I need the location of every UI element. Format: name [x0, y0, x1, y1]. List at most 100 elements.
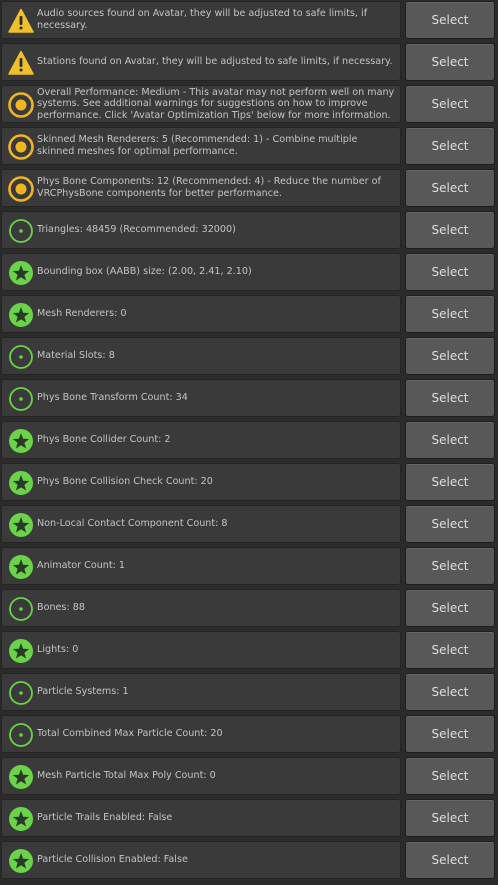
message-box: Mesh Renderers: 0: [1, 295, 401, 333]
message-text: Bones: 88: [37, 602, 85, 614]
message-box: Stations found on Avatar, they will be a…: [1, 43, 401, 81]
message-text: Animator Count: 1: [37, 560, 126, 572]
message-row: Triangles: 48459 (Recommended: 32000) Sel…: [0, 210, 498, 252]
good-performance-icon: [8, 722, 34, 748]
message-row: Lights: 0 Select: [0, 630, 498, 672]
select-button[interactable]: Select: [405, 505, 495, 543]
medium-performance-icon: [8, 92, 34, 118]
good-performance-icon: [8, 596, 34, 622]
select-button[interactable]: Select: [405, 589, 495, 627]
message-box: Overall Performance: Medium - This avata…: [1, 85, 401, 123]
message-text: Particle Collision Enabled: False: [37, 854, 188, 866]
message-text: Triangles: 48459 (Recommended: 32000): [37, 224, 236, 236]
message-row: Total Combined Max Particle Count: 20 Sel…: [0, 714, 498, 756]
message-text: Phys Bone Transform Count: 34: [37, 392, 188, 404]
select-button[interactable]: Select: [405, 799, 495, 837]
warning-icon: [8, 8, 34, 34]
message-text: Mesh Particle Total Max Poly Count: 0: [37, 770, 216, 782]
good-performance-icon: [8, 344, 34, 370]
message-text: Mesh Renderers: 0: [37, 308, 127, 320]
message-box: Mesh Particle Total Max Poly Count: 0: [1, 757, 401, 795]
excellent-star-icon: [8, 428, 34, 454]
select-button[interactable]: Select: [405, 1, 495, 39]
message-text: Particle Systems: 1: [37, 686, 129, 698]
message-box: Animator Count: 1: [1, 547, 401, 585]
message-box: Particle Trails Enabled: False: [1, 799, 401, 837]
message-box: Total Combined Max Particle Count: 20: [1, 715, 401, 753]
message-row: Phys Bone Components: 12 (Recommended: 4…: [0, 168, 498, 210]
medium-performance-icon: [8, 176, 34, 202]
select-button[interactable]: Select: [405, 757, 495, 795]
select-button[interactable]: Select: [405, 337, 495, 375]
message-row: Non-Local Contact Component Count: 8 Sele…: [0, 504, 498, 546]
message-row: Phys Bone Collider Count: 2 Select: [0, 420, 498, 462]
select-button[interactable]: Select: [405, 85, 495, 123]
message-text: Phys Bone Collider Count: 2: [37, 434, 171, 446]
message-box: Phys Bone Collider Count: 2: [1, 421, 401, 459]
message-row: Bones: 88 Select: [0, 588, 498, 630]
excellent-star-icon: [8, 638, 34, 664]
message-text: Stations found on Avatar, they will be a…: [37, 56, 393, 68]
select-button[interactable]: Select: [405, 463, 495, 501]
message-row: Mesh Renderers: 0 Select: [0, 294, 498, 336]
message-row: Overall Performance: Medium - This avata…: [0, 84, 498, 126]
message-row: Bounding box (AABB) size: (2.00, 2.41, 2…: [0, 252, 498, 294]
message-row: Particle Systems: 1 Select: [0, 672, 498, 714]
message-row: Material Slots: 8 Select: [0, 336, 498, 378]
message-box: Skinned Mesh Renderers: 5 (Recommended: …: [1, 127, 401, 165]
message-box: Material Slots: 8: [1, 337, 401, 375]
message-box: Particle Systems: 1: [1, 673, 401, 711]
select-button[interactable]: Select: [405, 169, 495, 207]
message-box: Phys Bone Components: 12 (Recommended: 4…: [1, 169, 401, 207]
message-box: Phys Bone Collision Check Count: 20: [1, 463, 401, 501]
select-button[interactable]: Select: [405, 673, 495, 711]
message-text: Lights: 0: [37, 644, 79, 656]
good-performance-icon: [8, 386, 34, 412]
message-row: Skinned Mesh Renderers: 5 (Recommended: …: [0, 126, 498, 168]
message-box: Bones: 88: [1, 589, 401, 627]
select-button[interactable]: Select: [405, 253, 495, 291]
excellent-star-icon: [8, 470, 34, 496]
excellent-star-icon: [8, 260, 34, 286]
excellent-star-icon: [8, 764, 34, 790]
good-performance-icon: [8, 680, 34, 706]
message-text: Skinned Mesh Renderers: 5 (Recommended: …: [37, 134, 358, 157]
excellent-star-icon: [8, 848, 34, 874]
good-performance-icon: [8, 218, 34, 244]
message-text: Particle Trails Enabled: False: [37, 812, 173, 824]
select-button[interactable]: Select: [405, 631, 495, 669]
message-row: Animator Count: 1 Select: [0, 546, 498, 588]
select-button[interactable]: Select: [405, 715, 495, 753]
excellent-star-icon: [8, 512, 34, 538]
message-box: Phys Bone Transform Count: 34: [1, 379, 401, 417]
message-box: Lights: 0: [1, 631, 401, 669]
warning-icon: [8, 50, 34, 76]
excellent-star-icon: [8, 302, 34, 328]
select-button[interactable]: Select: [405, 127, 495, 165]
message-row: Mesh Particle Total Max Poly Count: 0 Sel…: [0, 756, 498, 798]
message-row: Phys Bone Transform Count: 34 Select: [0, 378, 498, 420]
message-row: Phys Bone Collision Check Count: 20 Selec…: [0, 462, 498, 504]
message-row: Particle Collision Enabled: False Select: [0, 840, 498, 882]
message-box: Audio sources found on Avatar, they will…: [1, 1, 401, 39]
message-box: Bounding box (AABB) size: (2.00, 2.41, 2…: [1, 253, 401, 291]
message-text: Overall Performance: Medium - This avata…: [37, 86, 395, 121]
message-row: Audio sources found on Avatar, they will…: [0, 0, 498, 42]
message-box: Non-Local Contact Component Count: 8: [1, 505, 401, 543]
select-button[interactable]: Select: [405, 43, 495, 81]
select-button[interactable]: Select: [405, 841, 495, 879]
select-button[interactable]: Select: [405, 295, 495, 333]
message-text: Phys Bone Collision Check Count: 20: [37, 476, 213, 488]
select-button[interactable]: Select: [405, 547, 495, 585]
message-text: Audio sources found on Avatar, they will…: [37, 8, 368, 31]
select-button[interactable]: Select: [405, 211, 495, 249]
message-box: Particle Collision Enabled: False: [1, 841, 401, 879]
message-row: Particle Trails Enabled: False Select: [0, 798, 498, 840]
message-text: Non-Local Contact Component Count: 8: [37, 518, 228, 530]
select-button[interactable]: Select: [405, 421, 495, 459]
excellent-star-icon: [8, 806, 34, 832]
select-button[interactable]: Select: [405, 379, 495, 417]
message-text: Material Slots: 8: [37, 350, 115, 362]
excellent-star-icon: [8, 554, 34, 580]
message-box: Triangles: 48459 (Recommended: 32000): [1, 211, 401, 249]
